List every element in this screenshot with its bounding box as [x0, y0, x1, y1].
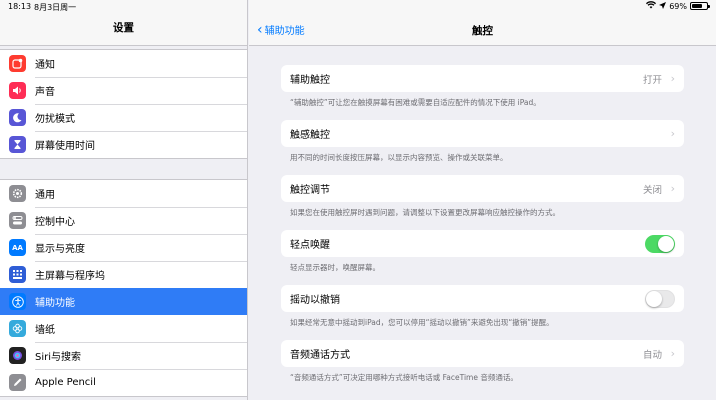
- home-screen-icon: [9, 266, 26, 283]
- chevron-right-icon: ›: [670, 72, 675, 85]
- sidebar-item-label: 通用: [35, 190, 55, 201]
- sidebar-group-2: 通用 控制中心 AA 显示与亮度 主屏幕与程序坞 辅助功能 墙纸 Siri与搜索…: [0, 179, 247, 397]
- tap-to-wake-toggle[interactable]: [645, 234, 675, 253]
- gear-icon: [9, 185, 26, 202]
- sidebar-item-display-brightness[interactable]: AA 显示与亮度: [0, 234, 247, 261]
- setting-description: 如果经常无意中摇动到iPad，您可以停用“摇动以撤销”来避免出现“撤销”提醒。: [290, 318, 554, 327]
- settings-list: 辅助触控 打开 › “辅助触控”可让您在触摸屏幕有困难或需要自适应配件的情况下使…: [281, 65, 684, 395]
- sidebar-item-do-not-disturb[interactable]: 勿扰模式: [0, 104, 247, 131]
- sidebar-item-apple-pencil[interactable]: Apple Pencil: [0, 369, 247, 396]
- call-audio-routing-row[interactable]: 音频通话方式 自动 ›: [281, 340, 684, 367]
- status-bar: 18:13 8月3日周一 69%: [0, 0, 716, 14]
- pencil-icon: [9, 374, 26, 391]
- sidebar-group-1: 通知 声音 勿扰模式 屏幕使用时间: [0, 49, 247, 159]
- assistive-touch-row[interactable]: 辅助触控 打开 ›: [281, 65, 684, 92]
- sidebar-item-wallpaper[interactable]: 墙纸: [0, 315, 247, 342]
- setting-description: 如果您在使用触控屏时遇到问题，请调整以下设置更改屏幕响应触控操作的方式。: [290, 208, 560, 217]
- toggle-knob: [658, 235, 674, 252]
- setting-label: 辅助触控: [290, 75, 330, 86]
- notifications-icon: [9, 55, 26, 72]
- moon-icon: [9, 109, 26, 126]
- battery-percent: 69%: [669, 1, 687, 11]
- sidebar-item-screen-time[interactable]: 屏幕使用时间: [0, 131, 247, 158]
- shake-to-undo-row: 摇动以撤销: [281, 285, 684, 312]
- sidebar-item-general[interactable]: 通用: [0, 180, 247, 207]
- setting-label: 触感触控: [290, 130, 330, 141]
- sidebar-item-label: 屏幕使用时间: [35, 141, 95, 152]
- chevron-right-icon: ›: [670, 182, 675, 195]
- status-time: 18:13: [8, 2, 32, 11]
- setting-description: 用不同的时间长度按压屏幕，以显示内容预览、操作或关联菜单。: [290, 153, 508, 162]
- setting-description: “音频通话方式”可决定用哪种方式接听电话或 FaceTime 音频通话。: [290, 373, 518, 382]
- touch-accommodations-row[interactable]: 触控调节 关闭 ›: [281, 175, 684, 202]
- sidebar-item-siri-search[interactable]: Siri与搜索: [0, 342, 247, 369]
- sounds-icon: [9, 82, 26, 99]
- wallpaper-icon: [9, 320, 26, 337]
- siri-icon: [9, 347, 26, 364]
- page-title: 触控: [472, 25, 493, 37]
- sidebar-item-notifications[interactable]: 通知: [0, 50, 247, 77]
- sidebar-item-sounds[interactable]: 声音: [0, 77, 247, 104]
- settings-sidebar: 设置 通知 声音 勿扰模式 屏幕使用时间 通用 控制中心 AA 显示与亮度 主屏…: [0, 0, 248, 400]
- battery-fill: [692, 4, 702, 8]
- hourglass-icon: [9, 136, 26, 153]
- setting-description: 轻点显示器时，唤醒屏幕。: [290, 263, 380, 272]
- haptic-touch-row[interactable]: 触感触控 ›: [281, 120, 684, 147]
- control-center-icon: [9, 212, 26, 229]
- wifi-icon: [646, 1, 657, 11]
- sidebar-item-accessibility[interactable]: 辅助功能: [0, 288, 247, 315]
- setting-value: 自动: [642, 349, 662, 361]
- setting-label: 摇动以撤销: [290, 295, 340, 306]
- accessibility-icon: [9, 293, 26, 310]
- sidebar-item-label: Apple Pencil: [35, 377, 96, 388]
- chevron-right-icon: ›: [670, 347, 675, 360]
- sidebar-item-label: 勿扰模式: [35, 114, 75, 125]
- sidebar-item-control-center[interactable]: 控制中心: [0, 207, 247, 234]
- sidebar-item-label: Siri与搜索: [35, 352, 82, 363]
- tap-to-wake-row: 轻点唤醒: [281, 230, 684, 257]
- sidebar-item-label: 声音: [35, 87, 55, 98]
- sidebar-item-label: 主屏幕与程序坞: [35, 271, 105, 282]
- shake-to-undo-toggle[interactable]: [645, 289, 675, 308]
- display-icon: AA: [9, 239, 26, 256]
- sidebar-item-label: 墙纸: [35, 325, 55, 336]
- detail-pane: ‹ 辅助功能 触控 辅助触控 打开 › “辅助触控”可让您在触摸屏幕有困难或需要…: [249, 0, 716, 400]
- sidebar-item-label: 显示与亮度: [35, 244, 85, 255]
- setting-label: 轻点唤醒: [290, 240, 330, 251]
- setting-value: 关闭: [642, 184, 662, 196]
- status-date: 8月3日周一: [34, 3, 77, 12]
- location-icon: [659, 1, 667, 11]
- sidebar-item-label: 控制中心: [35, 217, 75, 228]
- toggle-knob: [646, 290, 662, 307]
- setting-description: “辅助触控”可让您在触摸屏幕有困难或需要自适应配件的情况下使用 iPad。: [290, 98, 541, 107]
- setting-label: 触控调节: [290, 185, 330, 196]
- sidebar-item-label: 辅助功能: [35, 298, 75, 309]
- status-right: 69%: [646, 1, 710, 11]
- setting-label: 音频通话方式: [290, 350, 350, 361]
- chevron-right-icon: ›: [670, 127, 675, 140]
- sidebar-item-home-screen-dock[interactable]: 主屏幕与程序坞: [0, 261, 247, 288]
- battery-icon: [690, 2, 710, 10]
- setting-value: 打开: [642, 74, 662, 86]
- sidebar-item-label: 通知: [35, 60, 55, 71]
